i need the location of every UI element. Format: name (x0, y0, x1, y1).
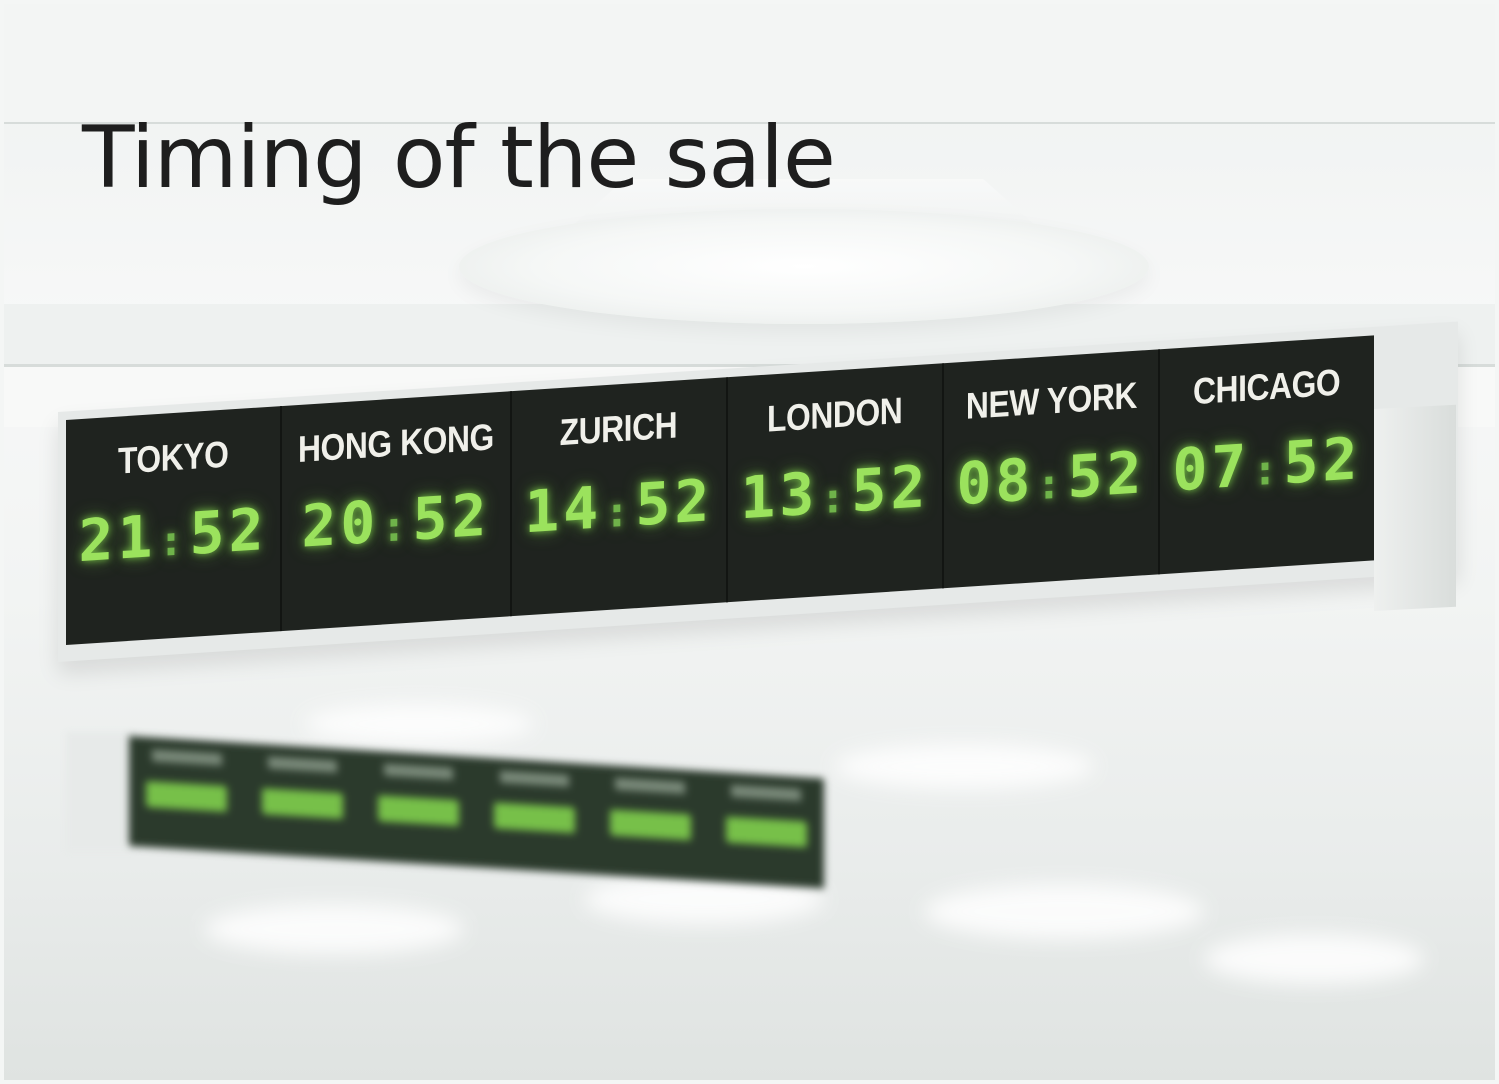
time-hours: 07 (1172, 431, 1251, 505)
time-separator: : (1036, 458, 1066, 510)
background-light (924, 884, 1204, 939)
time-separator: : (381, 500, 411, 552)
clock-panel-tokyo: TOKYO 21:52 (66, 406, 283, 645)
time-display: 14:52 (524, 466, 713, 546)
time-display: 13:52 (740, 452, 929, 532)
clock-panel-hong-kong: HONG KONG 20:52 (282, 391, 512, 632)
clock-panel-chicago: CHICAGO 07:52 (1160, 335, 1374, 574)
time-display: 08:52 (956, 438, 1145, 518)
clock-board-end-cap (1374, 404, 1456, 611)
background-light (304, 704, 534, 744)
time-minutes: 52 (1283, 424, 1362, 498)
clock-panel-london: LONDON 13:52 (727, 363, 944, 603)
time-minutes: 52 (851, 452, 930, 526)
time-hours: 20 (301, 487, 380, 561)
city-name: TOKYO (117, 433, 229, 482)
city-name: HONG KONG (297, 416, 494, 470)
time-minutes: 52 (1067, 438, 1146, 512)
time-display: 07:52 (1173, 424, 1362, 504)
time-hours: 08 (956, 445, 1035, 519)
time-hours: 14 (524, 473, 603, 547)
clock-panel-new-york: NEW YORK 08:52 (943, 349, 1160, 589)
background-light (1204, 934, 1424, 984)
city-name: ZURICH (560, 404, 678, 454)
background-light (204, 904, 464, 954)
time-hours: 13 (740, 459, 819, 533)
time-display: 21:52 (79, 495, 268, 575)
time-hours: 21 (78, 502, 157, 576)
clock-panel-zurich: ZURICH 14:52 (511, 377, 728, 617)
time-separator: : (820, 472, 850, 524)
city-name: NEW YORK (965, 374, 1137, 427)
time-display: 20:52 (301, 481, 490, 561)
ceiling-panel (4, 4, 1495, 124)
time-separator: : (1252, 444, 1282, 496)
time-separator: : (158, 515, 188, 567)
ceiling-lamp (459, 209, 1149, 324)
time-separator: : (604, 486, 634, 538)
city-name: LONDON (767, 389, 903, 440)
background-light (834, 744, 1094, 789)
time-minutes: 52 (189, 494, 268, 569)
slide-title: Timing of the sale (82, 108, 836, 208)
city-name: CHICAGO (1193, 361, 1341, 413)
time-minutes: 52 (412, 480, 491, 554)
time-minutes: 52 (635, 466, 714, 540)
background-clock-board (129, 736, 824, 889)
background-board-end (66, 732, 136, 852)
